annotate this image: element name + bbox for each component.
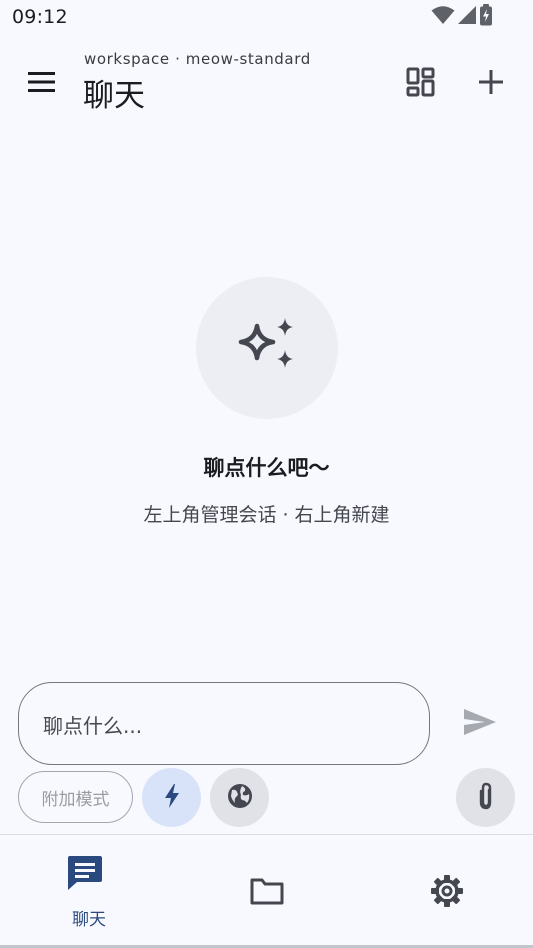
settings-icon: [356, 873, 533, 909]
message-input-placeholder: 聊点什么...: [43, 714, 143, 738]
status-bar: 09:12: [0, 0, 533, 36]
top-app-bar: workspace · meow-standard 聊天: [0, 40, 533, 132]
battery-charging-icon: [479, 4, 493, 30]
grid-view-icon: [406, 67, 436, 101]
sparkles-icon: [235, 314, 299, 382]
empty-state-title: 聊点什么吧～: [203, 456, 330, 480]
paperclip-icon: [478, 782, 494, 814]
send-icon: [463, 708, 497, 740]
status-icons: [431, 4, 493, 30]
grid-view-button[interactable]: [397, 60, 445, 108]
globe-icon: [227, 783, 253, 813]
workspace-subtitle: workspace · meow-standard: [84, 50, 311, 68]
attach-mode-chip[interactable]: 附加模式: [18, 771, 133, 823]
flash-icon: [163, 783, 181, 813]
nav-item-files[interactable]: [178, 835, 356, 948]
flash-mode-button[interactable]: [142, 768, 201, 827]
empty-state-icon-circle: [196, 277, 338, 419]
page-title: 聊天: [83, 78, 145, 114]
bottom-navigation: 聊天: [0, 835, 533, 948]
empty-state-subtitle: 左上角管理会话 · 右上角新建: [143, 504, 390, 526]
chat-screen: 09:12 workspace · meow-standard 聊天 聊点什么吧…: [0, 0, 533, 948]
wifi-icon: [431, 5, 455, 29]
attach-file-button[interactable]: [456, 768, 515, 827]
nav-item-settings[interactable]: [356, 835, 533, 948]
new-chat-button[interactable]: [467, 60, 515, 108]
message-input-field[interactable]: 聊点什么...: [18, 682, 430, 765]
send-button[interactable]: [456, 700, 504, 748]
signal-icon: [457, 5, 477, 29]
menu-icon: [27, 71, 57, 97]
add-icon: [478, 69, 504, 99]
menu-button[interactable]: [18, 60, 66, 108]
web-search-button[interactable]: [210, 768, 269, 827]
status-time: 09:12: [12, 6, 68, 28]
